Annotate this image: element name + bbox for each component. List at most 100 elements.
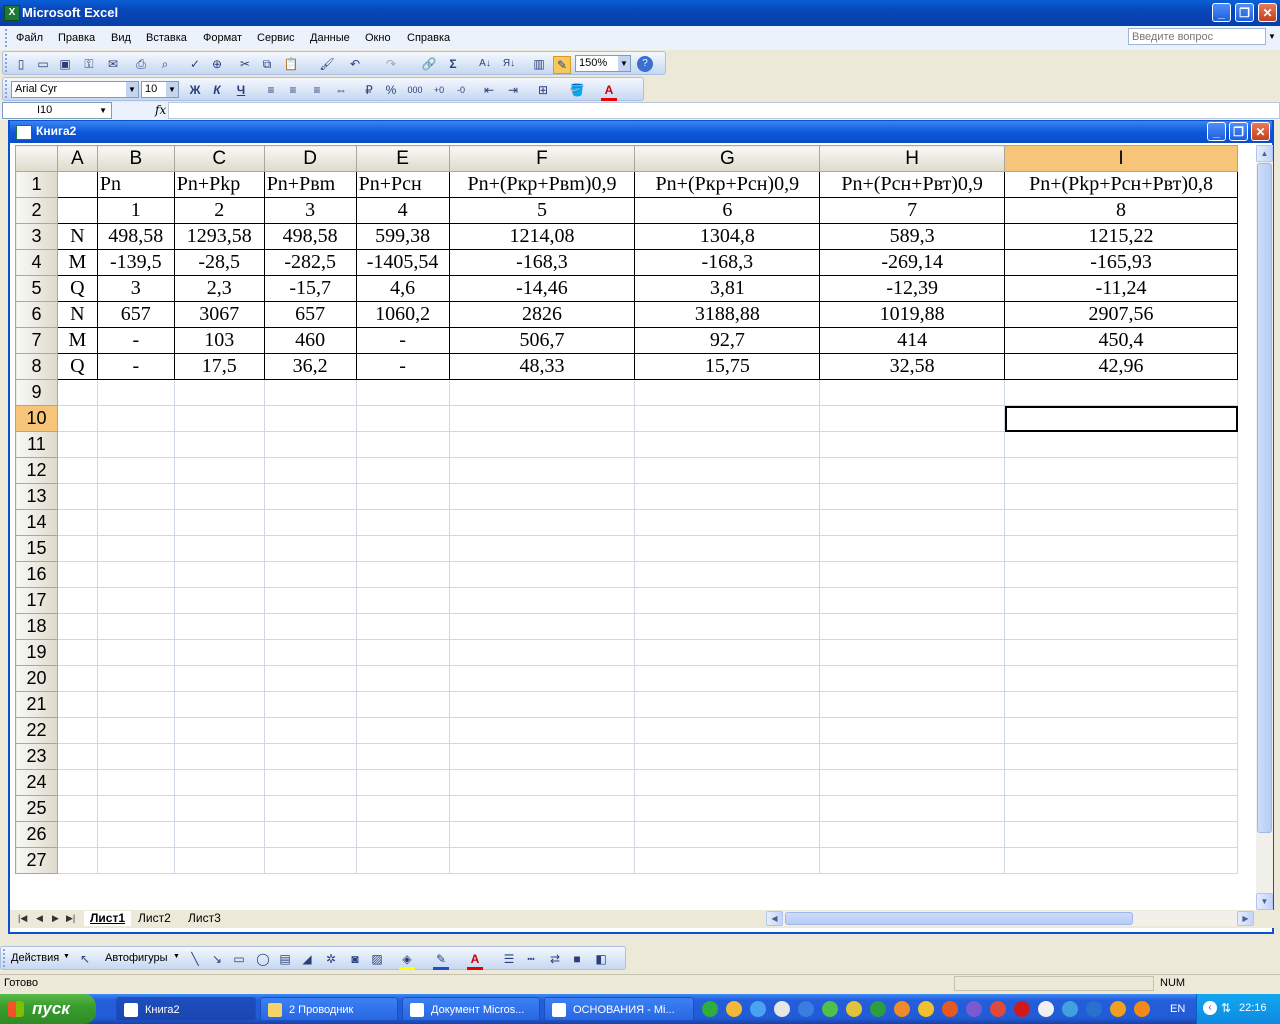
cell-F23[interactable] <box>448 743 636 770</box>
cell-D13[interactable] <box>263 483 357 510</box>
cell-G11[interactable] <box>634 431 821 458</box>
cell-B22[interactable] <box>96 717 175 744</box>
cell-A7[interactable]: M <box>56 327 98 354</box>
cell-F20[interactable] <box>448 665 636 692</box>
cell-E17[interactable] <box>355 587 450 614</box>
cell-B16[interactable] <box>96 561 175 588</box>
menu-insert[interactable]: Вставка <box>146 32 187 44</box>
cell-F19[interactable] <box>448 639 636 666</box>
menu-view[interactable]: Вид <box>111 32 131 44</box>
cell-B1[interactable]: Pn <box>96 171 175 198</box>
cell-A24[interactable] <box>56 769 98 796</box>
cell-E9[interactable] <box>355 379 450 406</box>
tab-prev-icon[interactable]: ◀ <box>36 913 43 924</box>
ask-dropdown-icon[interactable]: ▼ <box>1268 32 1276 41</box>
menu-help[interactable]: Справка <box>407 32 450 44</box>
cell-B23[interactable] <box>96 743 175 770</box>
cell-F18[interactable] <box>448 613 636 640</box>
cell-D4[interactable]: -282,5 <box>263 249 357 276</box>
arrow-style-icon[interactable]: ⇄ <box>547 951 563 967</box>
cell-B17[interactable] <box>96 587 175 614</box>
cell-I12[interactable] <box>1004 457 1238 484</box>
cell-D25[interactable] <box>263 795 357 822</box>
restore-button[interactable]: ❐ <box>1235 3 1254 22</box>
increase-decimal-icon[interactable]: +0 <box>431 82 447 98</box>
cell-D8[interactable]: 36,2 <box>263 353 357 380</box>
rectangle-icon[interactable]: ▭ <box>231 951 247 967</box>
cell-F14[interactable] <box>448 509 636 536</box>
cell-F26[interactable] <box>448 821 636 848</box>
quicklaunch-icon-5[interactable] <box>798 1001 814 1017</box>
oval-icon[interactable]: ◯ <box>255 951 271 967</box>
cell-B12[interactable] <box>96 457 175 484</box>
row-header[interactable]: 17 <box>15 587 58 614</box>
cell-A17[interactable] <box>56 587 98 614</box>
quicklaunch-icon-6[interactable] <box>822 1001 838 1017</box>
cell-A19[interactable] <box>56 639 98 666</box>
cell-B14[interactable] <box>96 509 175 536</box>
cell-I8[interactable]: 42,96 <box>1004 353 1238 380</box>
cell-H24[interactable] <box>819 769 1006 796</box>
cell-E8[interactable]: - <box>355 353 450 380</box>
workbook-minimize-button[interactable]: _ <box>1207 122 1226 141</box>
cell-E22[interactable] <box>355 717 450 744</box>
row-header[interactable]: 23 <box>15 743 58 770</box>
row-header[interactable]: 20 <box>15 665 58 692</box>
row-header[interactable]: 4 <box>15 249 58 276</box>
cell-B4[interactable]: -139,5 <box>96 249 175 276</box>
cell-F2[interactable]: 5 <box>448 197 636 224</box>
cell-D17[interactable] <box>263 587 357 614</box>
cell-B27[interactable] <box>96 847 175 874</box>
quicklaunch-icon-16[interactable] <box>1062 1001 1078 1017</box>
cell-G6[interactable]: 3188,88 <box>634 301 821 328</box>
workbook-close-button[interactable]: ✕ <box>1251 122 1270 141</box>
drawing-toggle-icon[interactable]: ✎ <box>553 56 571 74</box>
tab-last-icon[interactable]: ▶| <box>66 913 75 924</box>
cell-H17[interactable] <box>819 587 1006 614</box>
cell-D5[interactable]: -15,7 <box>263 275 357 302</box>
autosum-icon[interactable]: Σ <box>445 56 461 72</box>
decrease-indent-icon[interactable]: ⇤ <box>481 82 497 98</box>
line-color-icon[interactable]: ✎ <box>433 951 449 970</box>
cell-F11[interactable] <box>448 431 636 458</box>
cell-A14[interactable] <box>56 509 98 536</box>
task-osnovaniya[interactable]: ОСНОВАНИЯ - Mi... <box>544 997 694 1021</box>
menu-grip[interactable] <box>5 29 10 47</box>
cell-E24[interactable] <box>355 769 450 796</box>
cell-C8[interactable]: 17,5 <box>173 353 265 380</box>
cell-I5[interactable]: -11,24 <box>1004 275 1238 302</box>
cell-I11[interactable] <box>1004 431 1238 458</box>
cell-I20[interactable] <box>1004 665 1238 692</box>
help-icon[interactable]: ? <box>637 56 653 72</box>
cell-B9[interactable] <box>96 379 175 406</box>
cell-A4[interactable]: M <box>56 249 98 276</box>
cell-I15[interactable] <box>1004 535 1238 562</box>
align-right-icon[interactable]: ≡ <box>309 82 325 98</box>
cell-D26[interactable] <box>263 821 357 848</box>
cell-E18[interactable] <box>355 613 450 640</box>
cell-G5[interactable]: 3,81 <box>634 275 821 302</box>
cell-A2[interactable] <box>56 197 98 224</box>
cell-C22[interactable] <box>173 717 265 744</box>
cell-E26[interactable] <box>355 821 450 848</box>
3d-icon[interactable]: ◧ <box>593 951 609 967</box>
cell-F5[interactable]: -14,46 <box>448 275 636 302</box>
cell-C12[interactable] <box>173 457 265 484</box>
cell-I25[interactable] <box>1004 795 1238 822</box>
insert-function-icon[interactable]: fx <box>155 103 166 117</box>
cell-C1[interactable]: Pn+Pkp <box>173 171 265 198</box>
sort-desc-icon[interactable]: Я↓ <box>501 56 517 72</box>
worksheet-grid[interactable]: A B C D E F G H I 1 Pn Pn+Pkp Pn+Pвm Pn+Pсн Pn+(Pкр+Pв… <box>15 145 1238 910</box>
toolbar-grip[interactable] <box>5 54 10 72</box>
draw-font-color-icon[interactable]: A <box>467 951 483 970</box>
close-button[interactable]: ✕ <box>1258 3 1277 22</box>
row-header[interactable]: 2 <box>15 197 58 224</box>
menu-file[interactable]: Файл <box>16 32 43 44</box>
autoshapes-dropdown-icon[interactable]: ▼ <box>173 953 180 960</box>
cell-C11[interactable] <box>173 431 265 458</box>
cell-G1[interactable]: Pn+(Pкр+Pсн)0,9 <box>634 171 821 198</box>
cell-G27[interactable] <box>634 847 821 874</box>
cell-D21[interactable] <box>263 691 357 718</box>
bold-button[interactable]: Ж <box>187 82 203 98</box>
percent-button[interactable]: % <box>383 82 399 98</box>
